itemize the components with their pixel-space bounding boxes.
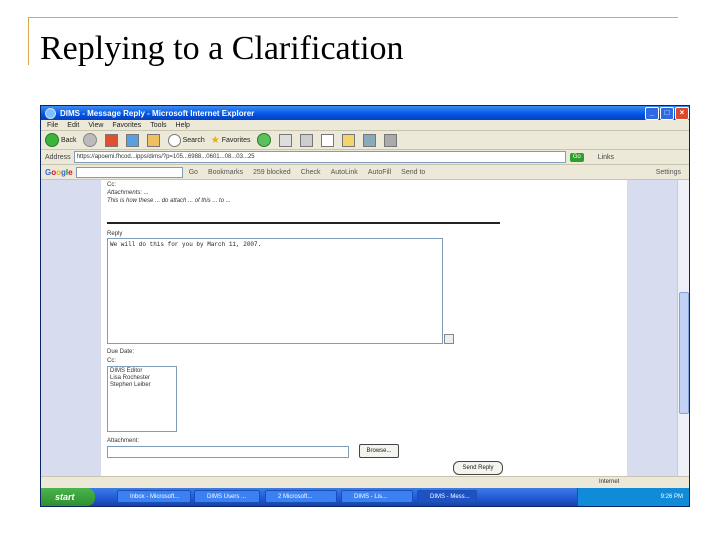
page-viewport: Cc: Attachments: ... This is how these .… — [41, 180, 689, 476]
section-divider — [107, 222, 500, 224]
due-date-label: Due Date: — [107, 349, 135, 355]
print-icon — [299, 133, 313, 147]
google-logo: Google — [45, 167, 73, 177]
folder-button[interactable] — [341, 133, 357, 147]
cc-label: Cc: — [107, 358, 116, 364]
google-bookmarks-button[interactable]: Bookmarks — [208, 169, 243, 176]
edit-button[interactable] — [320, 133, 336, 147]
google-check-button[interactable]: Check — [301, 169, 321, 176]
research-icon — [383, 133, 397, 147]
back-label: Back — [61, 136, 77, 144]
resize-handle-icon[interactable] — [444, 334, 454, 344]
cc-option[interactable]: DIMS Editor — [110, 368, 174, 375]
message-reply-page: Cc: Attachments: ... This is how these .… — [101, 180, 627, 476]
menu-favorites[interactable]: Favorites — [112, 122, 141, 129]
google-go-button[interactable]: Go — [189, 169, 198, 176]
messenger-icon — [362, 133, 376, 147]
back-arrow-icon — [45, 133, 59, 147]
scrollbar-thumb[interactable] — [679, 292, 689, 414]
attachment-file-input[interactable] — [107, 446, 349, 458]
slide-title: Replying to a Clarification — [40, 30, 404, 67]
window-titlebar: DIMS - Message Reply - Microsoft Interne… — [41, 106, 689, 120]
favorites-label: Favorites — [221, 136, 251, 144]
history-button[interactable] — [256, 133, 273, 147]
favorites-button[interactable]: ★ Favorites — [211, 135, 251, 146]
taskbar-item[interactable]: DIMS - Lis... — [341, 490, 413, 503]
menu-view[interactable]: View — [88, 122, 103, 129]
internet-zone-label: Internet — [599, 479, 620, 485]
forward-arrow-icon — [82, 133, 97, 147]
search-icon — [167, 133, 181, 147]
taskbar-item[interactable]: Inbox - Microsoft... — [117, 490, 191, 503]
clarification-info-line: This is how these ... do attach ... of t… — [107, 198, 231, 204]
address-label: Address — [45, 153, 71, 161]
refresh-icon — [125, 133, 139, 147]
close-button[interactable]: × — [675, 106, 689, 120]
google-toolbar: Google Go Bookmarks 259 blocked Check Au… — [41, 165, 689, 180]
windows-taskbar: start Inbox - Microsoft... DIMS Users ..… — [41, 488, 689, 506]
reply-label: Reply — [107, 231, 123, 237]
attachment-label: Attachment: — [107, 438, 140, 444]
cc-option[interactable]: Stephen Leiber — [110, 382, 174, 389]
browse-button[interactable]: Browse... — [359, 444, 399, 458]
menu-edit[interactable]: Edit — [67, 122, 79, 129]
google-search-input[interactable] — [75, 166, 183, 178]
system-tray: 9:26 PM — [577, 488, 689, 506]
menu-file[interactable]: File — [47, 122, 58, 129]
edit-icon — [320, 133, 334, 147]
address-bar: Address https://apoemi.fhcod...ipps/dims… — [41, 150, 689, 165]
forward-button[interactable] — [82, 133, 99, 147]
vertical-scrollbar[interactable] — [677, 180, 689, 476]
folder-icon — [341, 133, 355, 147]
send-reply-button[interactable]: Send Reply — [453, 461, 503, 475]
cc-info-line: Cc: — [107, 182, 116, 188]
slide-decor-line-vertical — [28, 17, 29, 65]
mail-icon — [278, 133, 292, 147]
google-settings-button[interactable]: Settings — [656, 169, 681, 176]
cc-listbox[interactable]: DIMS Editor Lisa Rochester Stephen Leibe… — [107, 366, 177, 432]
clock: 9:26 PM — [660, 494, 683, 500]
research-button[interactable] — [383, 133, 399, 147]
address-input[interactable]: https://apoemi.fhcod...ipps/dims/?p=105.… — [73, 151, 566, 163]
start-button[interactable]: start — [41, 488, 95, 506]
taskbar-item-active[interactable]: DIMS - Mess... — [417, 490, 477, 503]
address-go-button[interactable]: Go — [569, 152, 584, 162]
maximize-button[interactable]: □ — [660, 106, 674, 120]
refresh-button[interactable] — [125, 133, 141, 147]
links-button[interactable]: Links — [598, 154, 614, 161]
messenger-button[interactable] — [362, 133, 378, 147]
print-button[interactable] — [299, 133, 315, 147]
home-icon — [146, 133, 160, 147]
stop-button[interactable] — [104, 133, 120, 147]
taskbar-item[interactable]: 2 Microsoft... — [265, 490, 337, 503]
google-autolink-button[interactable]: AutoLink — [331, 169, 358, 176]
menu-bar: File Edit View Favorites Tools Help — [41, 120, 689, 131]
search-button[interactable]: Search — [167, 133, 205, 147]
minimize-button[interactable]: _ — [645, 106, 659, 120]
menu-help[interactable]: Help — [176, 122, 190, 129]
browser-window: DIMS - Message Reply - Microsoft Interne… — [40, 105, 690, 507]
slide-decor-line-horizontal — [28, 17, 678, 18]
history-icon — [256, 133, 271, 147]
attachment-info-line: Attachments: ... — [107, 190, 149, 196]
standard-toolbar: Back Search ★ Favorites — [41, 131, 689, 150]
search-label: Search — [182, 136, 205, 144]
google-sendto-button[interactable]: Send to — [401, 169, 425, 176]
google-autofill-button[interactable]: AutoFill — [368, 169, 391, 176]
taskbar-item[interactable]: DIMS Users ... — [194, 490, 260, 503]
cc-option[interactable]: Lisa Rochester — [110, 375, 174, 382]
stop-icon — [104, 133, 118, 147]
reply-textarea[interactable]: We will do this for you by March 11, 200… — [107, 238, 443, 344]
window-title: DIMS - Message Reply - Microsoft Interne… — [60, 108, 255, 118]
internet-explorer-icon — [45, 107, 56, 119]
back-button[interactable]: Back — [45, 133, 77, 147]
google-popup-blocker[interactable]: 259 blocked — [253, 169, 291, 176]
home-button[interactable] — [146, 133, 162, 147]
mail-button[interactable] — [278, 133, 294, 147]
menu-tools[interactable]: Tools — [150, 122, 166, 129]
star-icon: ★ — [210, 134, 220, 146]
